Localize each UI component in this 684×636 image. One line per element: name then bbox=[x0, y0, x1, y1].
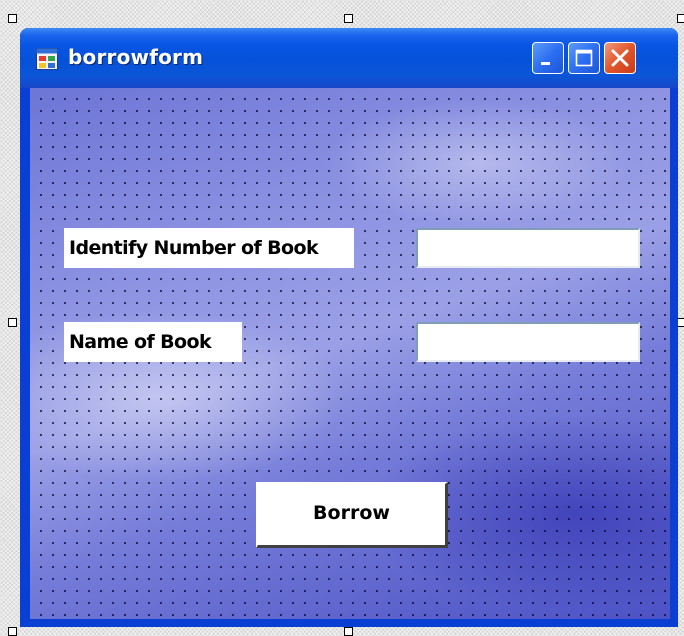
resize-handle-middle-left[interactable] bbox=[8, 318, 17, 327]
maximize-button[interactable] bbox=[568, 42, 600, 74]
form-icon bbox=[36, 48, 58, 70]
book-name-label: Name of Book bbox=[64, 322, 242, 362]
minimize-button[interactable] bbox=[532, 42, 564, 74]
minimize-icon bbox=[541, 62, 550, 65]
borrowform-window: borrowform Identify Number of Book Name … bbox=[20, 28, 678, 627]
window-title: borrowform bbox=[68, 45, 204, 69]
resize-handle-top-left[interactable] bbox=[8, 14, 17, 23]
borrow-button[interactable]: Borrow bbox=[256, 482, 448, 548]
identify-number-label: Identify Number of Book bbox=[64, 228, 354, 268]
close-icon bbox=[611, 49, 629, 67]
title-bar[interactable]: borrowform bbox=[20, 28, 678, 88]
identify-number-input[interactable] bbox=[416, 228, 640, 268]
maximize-icon bbox=[575, 49, 593, 67]
book-name-input[interactable] bbox=[416, 322, 640, 362]
resize-handle-top-center[interactable] bbox=[344, 14, 353, 23]
close-button[interactable] bbox=[604, 42, 636, 74]
form-client-area: Identify Number of Book Name of Book Bor… bbox=[30, 88, 670, 619]
resize-handle-top-right[interactable] bbox=[677, 14, 684, 23]
resize-handle-middle-right[interactable] bbox=[677, 318, 684, 327]
